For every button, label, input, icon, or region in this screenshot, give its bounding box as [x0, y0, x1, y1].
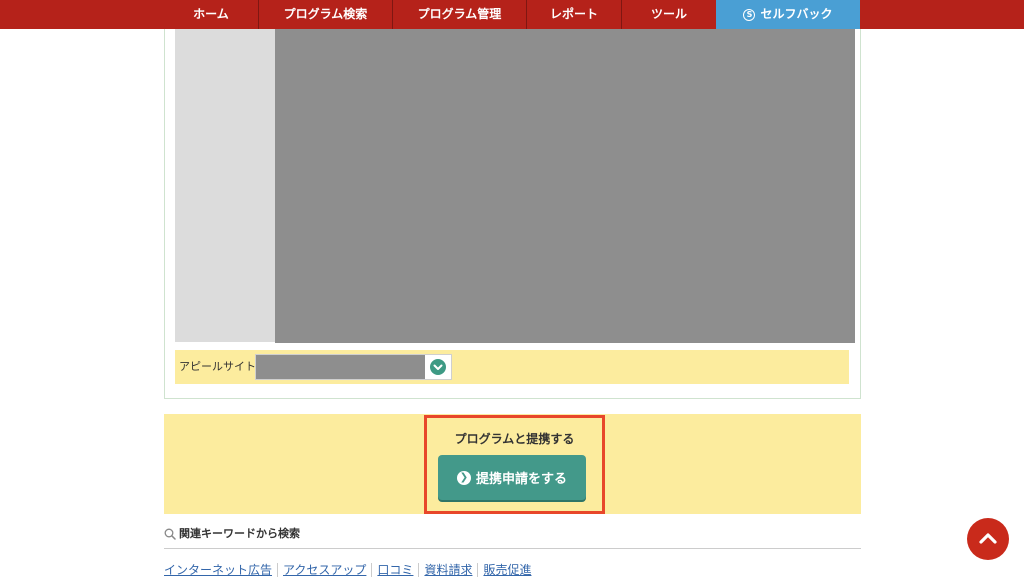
nav-item-selfback[interactable]: S セルフバック	[716, 0, 860, 29]
nav-item-report[interactable]: レポート	[526, 0, 621, 29]
appeal-site-row: アピールサイト	[175, 350, 849, 384]
program-banner-image	[275, 29, 855, 343]
related-keywords-heading: 関連キーワードから検索	[164, 526, 861, 549]
nav-item-tool[interactable]: ツール	[621, 0, 716, 29]
appeal-site-value	[256, 355, 425, 379]
chevron-up-icon	[979, 533, 997, 544]
keyword-link[interactable]: 資料請求	[418, 563, 477, 577]
keyword-list: インターネット広告 アクセスアップ 口コミ 資料請求 販売促進	[164, 561, 536, 579]
arrow-right-circle-icon: ❯	[456, 470, 471, 485]
top-nav: ホーム プログラム検索 プログラム管理 レポート ツール S セルフバック	[0, 0, 1024, 29]
back-to-top-button[interactable]	[967, 518, 1009, 560]
nav-item-selfback-label: セルフバック	[760, 7, 833, 21]
keyword-link[interactable]: アクセスアップ	[277, 563, 371, 577]
apply-partnership-button-label: 提携申請をする	[475, 472, 567, 487]
appeal-site-label: アピールサイト	[179, 360, 256, 373]
keyword-link[interactable]: インターネット広告	[164, 563, 277, 577]
cta-title: プログラムと提携する	[454, 432, 575, 446]
page: ホーム プログラム検索 プログラム管理 レポート ツール S セルフバック アピ…	[0, 0, 1024, 582]
related-keywords-title: 関連キーワードから検索	[179, 527, 300, 540]
search-icon	[164, 528, 176, 540]
nav-item-home[interactable]: ホーム	[164, 0, 258, 29]
thumbnail-column	[175, 29, 275, 342]
s-icon: S	[743, 8, 756, 21]
nav-items: ホーム プログラム検索 プログラム管理 レポート ツール S セルフバック	[164, 0, 860, 29]
apply-partnership-button[interactable]: ❯ 提携申請をする	[438, 455, 586, 500]
keyword-link[interactable]: 販売促進	[477, 563, 536, 577]
appeal-site-select[interactable]	[255, 354, 452, 380]
keyword-link[interactable]: 口コミ	[371, 563, 418, 577]
chevron-down-icon[interactable]	[430, 359, 446, 375]
nav-item-program-manage[interactable]: プログラム管理	[392, 0, 526, 29]
nav-item-program-search[interactable]: プログラム検索	[258, 0, 392, 29]
